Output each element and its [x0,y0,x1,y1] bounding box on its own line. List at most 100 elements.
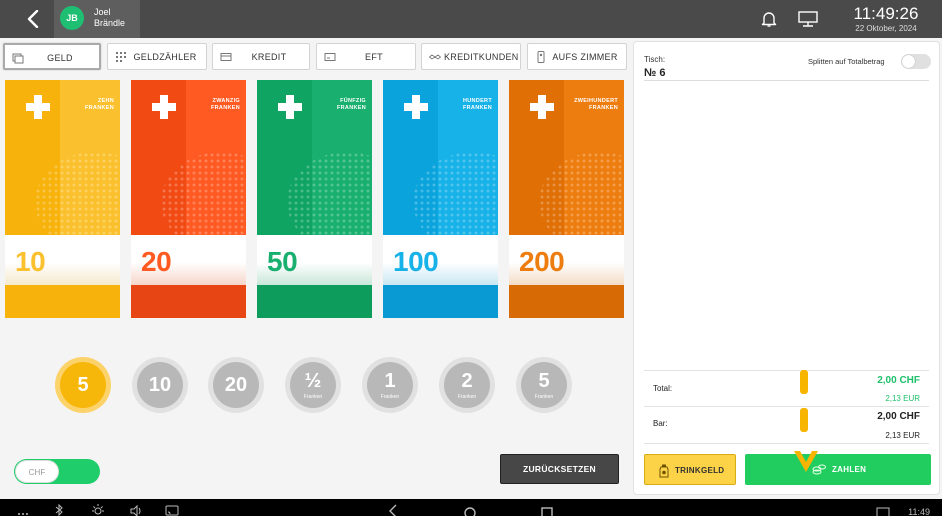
tab-geldzaehler[interactable]: GELDZÄHLER [107,43,207,70]
bill-label-line: FRANKEN [337,105,366,111]
coin-face: 2 Franken [444,362,490,408]
nav-home-icon[interactable] [463,503,477,516]
banknote-50[interactable]: FÜNFZIG FRANKEN 50 [257,80,372,318]
bill-bottom [509,285,624,318]
clock: 11:49:26 22 Oktober, 2024 [840,4,932,33]
banknote-200[interactable]: ZWEIHUNDERT FRANKEN 200 [509,80,624,318]
banknote-20[interactable]: ZWANZIG FRANKEN 20 [131,80,246,318]
coin-value: 2 [461,370,473,392]
app: JB Joel Brändle 11:49:26 22 Oktober, 202… [0,0,942,516]
banknote-100[interactable]: HUNDERT FRANKEN 100 [383,80,498,318]
pay-label: ZAHLEN [832,465,867,474]
split-toggle[interactable] [901,54,931,69]
pay-button[interactable]: ZAHLEN [745,454,931,485]
tab-aufs-zimmer[interactable]: AUFS ZIMMER [527,43,627,70]
user-chip[interactable]: JB Joel Brändle [54,0,140,38]
coin-5-rappen[interactable]: 5 [55,357,111,413]
swiss-cross-icon [26,95,50,119]
bill-label-line: FRANKEN [589,105,618,111]
tab-kredit[interactable]: KREDIT [212,43,310,70]
brightness-icon[interactable] [91,503,105,516]
reset-button[interactable]: ZURÜCKSETZEN [500,454,619,484]
divider [644,80,929,81]
apps-icon[interactable] [16,503,30,516]
coin-unit: Franken [534,394,554,400]
bill-label: HUNDERT FRANKEN [432,98,492,112]
currency-toggle[interactable]: CHF [14,459,100,484]
bill-bottom [5,285,120,318]
coin-value: ½ [304,370,322,392]
total-chf: 2,00 CHF [877,375,920,386]
cast-icon[interactable] [165,503,179,516]
user-last-name: Brändle [94,18,126,28]
split-label: Splitten auf Totalbetrag [808,57,885,66]
tab-geld[interactable]: GELD [3,43,101,70]
payment-tabs: GELD GELDZÄHLER KREDIT EFT KREDITKUNDEN … [0,42,632,72]
cash-chf: 2,00 CHF [877,411,920,422]
tab-label: KREDITKUNDEN [444,52,519,62]
monitor-icon[interactable] [797,10,819,28]
cash-icon [12,53,24,64]
swiss-cross-icon [152,95,176,119]
coin-unit: Franken [303,394,323,400]
tip-label: TRINKGELD [675,466,725,475]
bill-value: 50 [267,246,298,277]
bill-bottom [257,285,372,318]
user-first-name: Joel [94,7,111,17]
divider [644,370,929,371]
coin-10-rappen[interactable]: 10 [132,357,188,413]
top-bar: JB Joel Brändle 11:49:26 22 Oktober, 202… [0,0,942,38]
bill-label-line: ZWEIHUNDERT [574,98,618,104]
bill-label: ZWANZIG FRANKEN [180,98,240,112]
counter-icon [116,52,126,62]
coin-face: 5 Franken [521,362,567,408]
coin-2-franken[interactable]: 2 Franken [439,357,495,413]
coin-5-franken[interactable]: 5 Franken [516,357,572,413]
bill-label-line: FRANKEN [463,105,492,111]
room-key-icon [537,51,545,63]
coin-value: 20 [224,374,248,396]
total-label: Total: [653,384,673,393]
bill-bottom [131,285,246,318]
cash-label: Bar: [653,419,668,428]
hint-marker [800,408,808,432]
tab-kreditkunden[interactable]: KREDITKUNDEN [421,43,521,70]
chevron-left-icon [27,10,39,28]
tip-jar-icon [659,464,669,478]
avatar: JB [60,6,84,30]
banknote-10[interactable]: ZEHN FRANKEN 10 [5,80,120,318]
bill-value: 20 [141,246,172,277]
nav-back-icon[interactable] [386,503,400,516]
handshake-icon [429,54,441,60]
bill-label: ZEHN FRANKEN [54,98,114,112]
bill-label: FÜNFZIG FRANKEN [306,98,366,112]
bluetooth-icon[interactable] [52,503,66,516]
back-button[interactable] [20,6,46,32]
coin-face: ½ Franken [290,362,336,408]
system-nav-bar: 11:49 [0,499,942,516]
tip-button[interactable]: TRINKGELD [644,454,736,485]
screenshot-icon[interactable] [876,503,890,516]
terminal-icon [324,53,336,61]
bill-label-line: HUNDERT [463,98,492,104]
clock-time: 11:49:26 [853,4,919,23]
bill-value: 100 [393,246,439,277]
user-name: Joel Brändle [94,7,125,29]
nav-recents-icon[interactable] [540,503,554,516]
coin-face: 1 Franken [367,362,413,408]
bell-icon[interactable] [760,10,778,28]
bill-bottom [383,285,498,318]
swiss-cross-icon [278,95,302,119]
tab-label: EFT [365,52,383,62]
coin-1-franken[interactable]: 1 Franken [362,357,418,413]
coin-20-rappen[interactable]: 20 [208,357,264,413]
coin-face: 20 [213,362,259,408]
bill-label-line: ZWANZIG [212,98,240,104]
bill-label-line: ZEHN [97,98,114,104]
bill-label: ZWEIHUNDERT FRANKEN [558,98,618,112]
divider [644,406,929,407]
tab-label: AUFS ZIMMER [552,52,618,62]
volume-icon[interactable] [129,503,143,516]
coin-half-franken[interactable]: ½ Franken [285,357,341,413]
tab-eft[interactable]: EFT [316,43,416,70]
